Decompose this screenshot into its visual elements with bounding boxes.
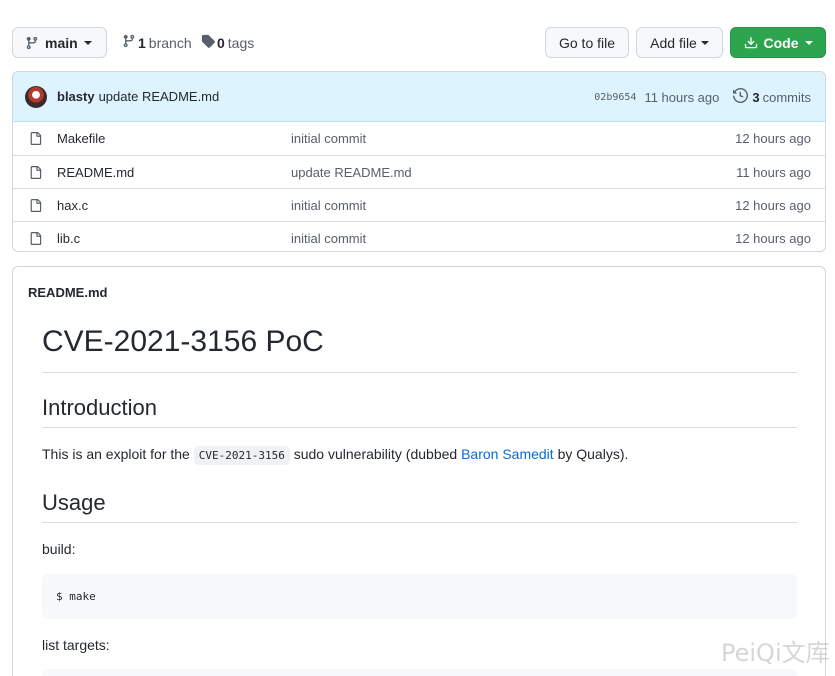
branch-name: main (45, 34, 78, 51)
download-icon (744, 36, 758, 50)
intro-text: sudo vulnerability (dubbed (289, 446, 462, 462)
file-icon (29, 165, 42, 183)
file-commit-message[interactable]: initial commit (291, 198, 366, 213)
commit-message[interactable]: update README.md (99, 89, 220, 104)
avatar[interactable] (25, 85, 47, 108)
code-button[interactable]: Code (730, 27, 826, 58)
watermark: PeiQi文库 (721, 639, 830, 667)
section-heading-introduction: Introduction (42, 395, 797, 428)
chevron-down-icon (804, 40, 813, 45)
commits-history-link[interactable]: 3 commits (733, 87, 811, 106)
file-name[interactable]: lib.c (57, 231, 80, 246)
code-label: Code (763, 34, 799, 51)
code-block-build: $ make (42, 574, 797, 619)
file-commit-message[interactable]: initial commit (291, 231, 366, 246)
intro-text: This is an exploit for the (42, 446, 194, 462)
list-targets-label: list targets: (42, 637, 110, 653)
file-age: 11 hours ago (736, 164, 811, 180)
history-icon (733, 87, 749, 106)
branches-link[interactable]: 1 branch (122, 27, 192, 58)
intro-paragraph: This is an exploit for the CVE-2021-3156… (42, 444, 797, 466)
inline-code: CVE-2021-3156 (193, 446, 290, 465)
git-branch-icon (25, 36, 39, 50)
file-age: 12 hours ago (735, 230, 811, 246)
readme-filename[interactable]: README.md (28, 285, 107, 300)
commits-word: commits (762, 89, 811, 105)
file-icon (29, 231, 42, 249)
file-row[interactable]: Makefile initial commit 12 hours ago (13, 122, 825, 155)
file-name[interactable]: Makefile (57, 131, 105, 146)
tag-icon (201, 34, 215, 51)
file-list: Makefile initial commit 12 hours ago REA… (13, 122, 825, 251)
file-browser: blasty update README.md 02b9654 11 hours… (12, 71, 826, 252)
file-age: 12 hours ago (735, 131, 811, 146)
add-file-button[interactable]: Add file (636, 27, 723, 58)
code-block-list (42, 669, 797, 676)
go-to-file-button[interactable]: Go to file (545, 27, 629, 58)
baron-samedit-link[interactable]: Baron Samedit (461, 446, 554, 462)
readme-panel: README.md CVE-2021-3156 PoC Introduction… (12, 266, 826, 676)
file-icon (29, 131, 42, 149)
commits-count: 3 (752, 89, 760, 105)
chevron-down-icon (83, 40, 92, 45)
section-heading-usage: Usage (42, 490, 797, 523)
build-label: build: (42, 541, 76, 557)
commit-author[interactable]: blasty (57, 89, 95, 104)
readme-title: CVE-2021-3156 PoC (42, 327, 797, 373)
repo-toolbar: main 1 branch 0 tags Go to file Add file… (12, 27, 826, 58)
file-age: 12 hours ago (735, 197, 811, 213)
file-row[interactable]: hax.c initial commit 12 hours ago (13, 188, 825, 221)
tags-link[interactable]: 0 tags (201, 27, 254, 58)
branch-word: branch (148, 34, 192, 51)
file-row[interactable]: lib.c initial commit 12 hours ago (13, 221, 825, 251)
tags-count: 0 (217, 34, 225, 51)
commit-meta: 02b9654 11 hours ago 3 commits (594, 72, 811, 122)
file-name[interactable]: hax.c (57, 198, 88, 213)
file-icon (29, 198, 42, 216)
file-commit-message[interactable]: initial commit (291, 131, 366, 146)
add-file-label: Add file (650, 34, 697, 51)
latest-commit-bar: blasty update README.md 02b9654 11 hours… (13, 72, 825, 122)
file-row[interactable]: README.md update README.md 11 hours ago (13, 155, 825, 188)
chevron-down-icon (700, 40, 709, 45)
git-branch-icon (122, 34, 136, 51)
file-name[interactable]: README.md (57, 165, 134, 180)
readme-content: CVE-2021-3156 PoC Introduction This is a… (42, 327, 797, 676)
file-commit-message[interactable]: update README.md (291, 165, 412, 180)
branch-count: 1 (138, 34, 146, 51)
tags-word: tags (227, 34, 255, 51)
branch-select-button[interactable]: main (12, 27, 107, 58)
commit-sha[interactable]: 02b9654 (594, 92, 636, 103)
intro-text: by Qualys). (553, 446, 629, 462)
commit-time: 11 hours ago (644, 89, 720, 105)
